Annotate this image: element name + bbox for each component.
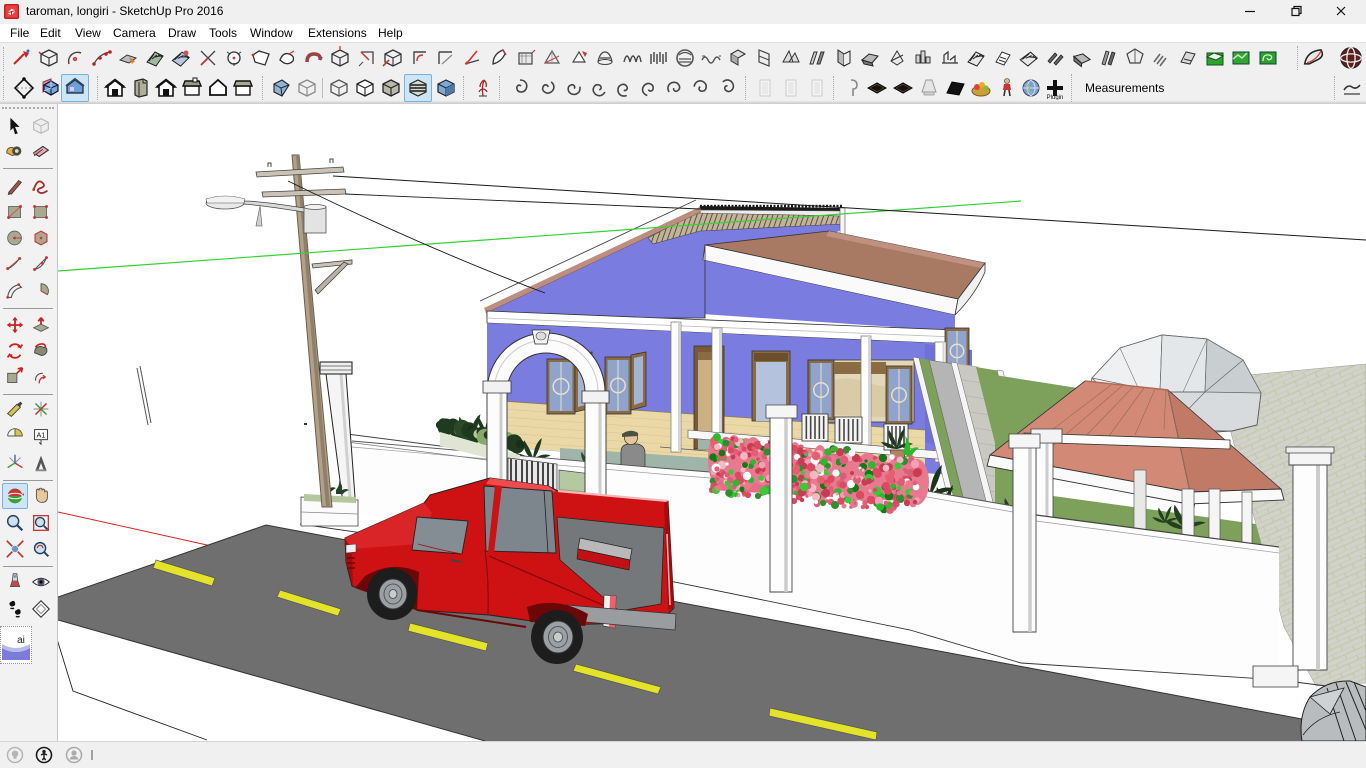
svg-text:Plugin: Plugin	[1047, 95, 1064, 100]
svg-text:ai: ai	[17, 635, 25, 646]
svg-text:A1: A1	[37, 430, 46, 439]
